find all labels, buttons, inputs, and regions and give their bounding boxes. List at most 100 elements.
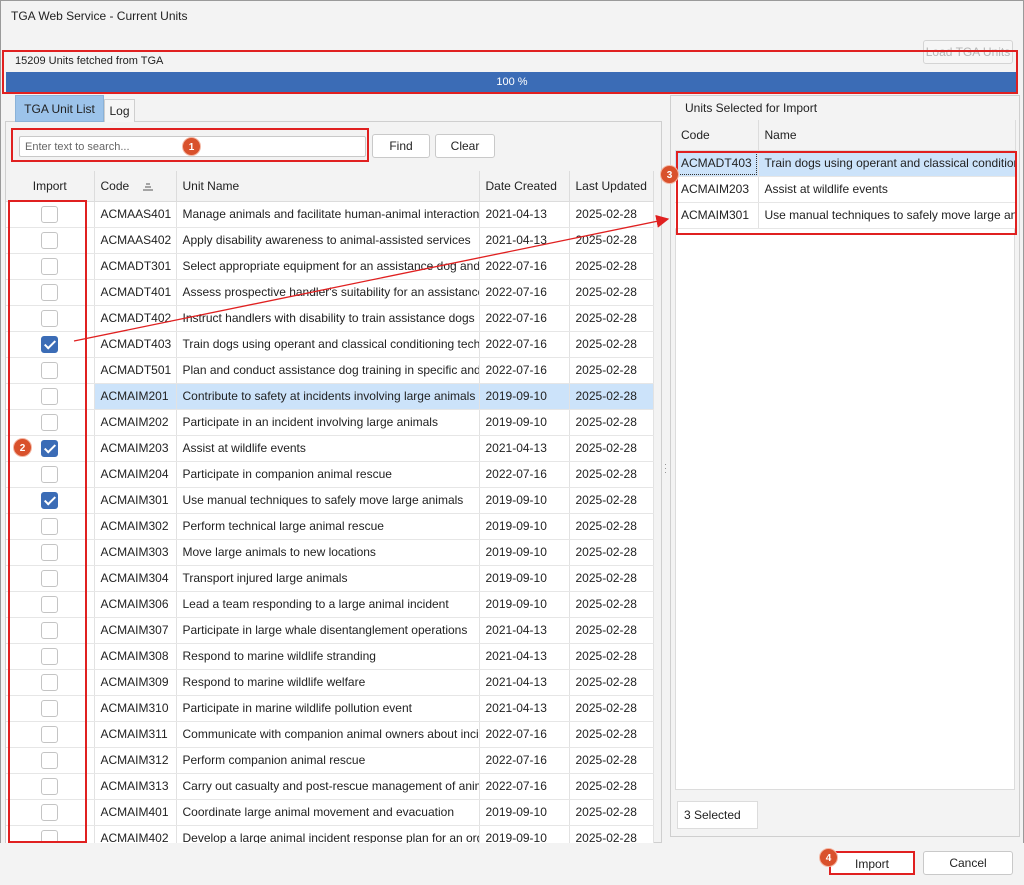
table-row[interactable]: ACMAIM204 Participate in companion animal…: [6, 461, 654, 488]
date-created-cell: 2022-07-16: [479, 357, 570, 384]
table-row[interactable]: ACMADT402 Instruct handlers with disabili…: [6, 305, 654, 332]
date-created-cell: 2022-07-16: [479, 461, 570, 488]
table-row[interactable]: ACMAIM304 Transport injured large animals…: [6, 565, 654, 592]
unit-code-cell: ACMAIM309: [94, 669, 177, 696]
annotation-badge-4: 4: [819, 848, 838, 867]
import-button[interactable]: Import: [829, 851, 915, 875]
date-created-cell: 2019-09-10: [479, 487, 570, 514]
clear-button[interactable]: Clear: [435, 134, 495, 158]
selected-count: 3 Selected: [677, 801, 758, 829]
date-created-cell: 2019-09-10: [479, 383, 570, 410]
last-updated-cell: 2025-02-28: [569, 461, 654, 488]
unit-name-cell: Participate in large whale disentangleme…: [176, 617, 480, 644]
last-updated-cell: 2025-02-28: [569, 201, 654, 228]
table-row[interactable]: ACMAIM401 Coordinate large animal movemen…: [6, 799, 654, 826]
last-updated-cell: 2025-02-28: [569, 253, 654, 280]
import-column-highlight-box: [8, 200, 87, 843]
table-row[interactable]: ACMAIM310 Participate in marine wildlife …: [6, 695, 654, 722]
cancel-button[interactable]: Cancel: [923, 851, 1013, 875]
unit-code-cell: ACMADT401: [94, 279, 177, 306]
date-created-cell: 2021-04-13: [479, 695, 570, 722]
tab-log[interactable]: Log: [104, 99, 135, 122]
unit-name-cell: Assist at wildlife events: [176, 435, 480, 462]
table-row[interactable]: ACMAAS401 Manage animals and facilitate h…: [6, 201, 654, 228]
date-created-cell: 2022-07-16: [479, 773, 570, 800]
table-row[interactable]: ACMAIM308 Respond to marine wildlife stra…: [6, 643, 654, 670]
tab-tga-unit-list[interactable]: TGA Unit List: [15, 95, 104, 122]
date-created-cell: 2019-09-10: [479, 799, 570, 826]
unit-code-cell: ACMAIM310: [94, 695, 177, 722]
unit-name-cell: Assess prospective handler's suitability…: [176, 279, 480, 306]
unit-name-cell: Apply disability awareness to animal-ass…: [176, 227, 480, 254]
column-header-last-updated[interactable]: Last Updated: [569, 171, 654, 202]
table-row[interactable]: ACMAIM302 Perform technical large animal …: [6, 513, 654, 540]
last-updated-cell: 2025-02-28: [569, 279, 654, 306]
table-row[interactable]: ACMAIM311 Communicate with companion anim…: [6, 721, 654, 748]
unit-code-cell: ACMAAS402: [94, 227, 177, 254]
unit-code-cell: ACMAIM401: [94, 799, 177, 826]
column-header-unit-name[interactable]: Unit Name: [176, 171, 480, 202]
unit-code-cell: ACMAIM301: [94, 487, 177, 514]
window-title: TGA Web Service - Current Units: [11, 9, 188, 23]
unit-grid: Import Code Unit Name Date Created Last …: [6, 171, 654, 852]
unit-code-cell: ACMAIM307: [94, 617, 177, 644]
column-header-import[interactable]: Import: [6, 171, 95, 202]
last-updated-cell: 2025-02-28: [569, 721, 654, 748]
table-row[interactable]: ACMAIM202 Participate in an incident invo…: [6, 409, 654, 436]
date-created-cell: 2022-07-16: [479, 279, 570, 306]
last-updated-cell: 2025-02-28: [569, 539, 654, 566]
date-created-cell: 2019-09-10: [479, 565, 570, 592]
unit-name-cell: Participate in marine wildlife pollution…: [176, 695, 480, 722]
unit-code-cell: ACMAIM203: [94, 435, 177, 462]
unit-code-cell: ACMAIM312: [94, 747, 177, 774]
last-updated-cell: 2025-02-28: [569, 305, 654, 332]
table-row[interactable]: ACMADT403 Train dogs using operant and cl…: [6, 331, 654, 358]
table-row[interactable]: ACMADT301 Select appropriate equipment fo…: [6, 253, 654, 280]
date-created-cell: 2021-04-13: [479, 669, 570, 696]
date-created-cell: 2019-09-10: [479, 409, 570, 436]
unit-name-cell: Perform technical large animal rescue: [176, 513, 480, 540]
last-updated-cell: 2025-02-28: [569, 383, 654, 410]
date-created-cell: 2019-09-10: [479, 539, 570, 566]
table-row[interactable]: ACMADT401 Assess prospective handler's su…: [6, 279, 654, 306]
last-updated-cell: 2025-02-28: [569, 747, 654, 774]
last-updated-cell: 2025-02-28: [569, 643, 654, 670]
table-row[interactable]: ACMAIM307 Participate in large whale dise…: [6, 617, 654, 644]
unit-name-cell: Transport injured large animals: [176, 565, 480, 592]
date-created-cell: 2022-07-16: [479, 331, 570, 358]
unit-code-cell: ACMAIM313: [94, 773, 177, 800]
table-row[interactable]: ACMAIM306 Lead a team responding to a lar…: [6, 591, 654, 618]
table-row[interactable]: ACMAIM309 Respond to marine wildlife welf…: [6, 669, 654, 696]
selected-column-header-name[interactable]: Name: [758, 120, 1016, 151]
last-updated-cell: 2025-02-28: [569, 799, 654, 826]
last-updated-cell: 2025-02-28: [569, 617, 654, 644]
table-row[interactable]: ACMADT501 Plan and conduct assistance dog…: [6, 357, 654, 384]
table-row[interactable]: ACMAIM201 Contribute to safety at inciden…: [6, 383, 654, 410]
unit-code-cell: ACMAIM304: [94, 565, 177, 592]
column-header-code[interactable]: Code: [94, 171, 177, 202]
unit-code-cell: ACMAIM201: [94, 383, 177, 410]
status-highlight-box: [2, 50, 1018, 94]
unit-name-cell: Respond to marine wildlife stranding: [176, 643, 480, 670]
table-row[interactable]: ACMAIM313 Carry out casualty and post-res…: [6, 773, 654, 800]
date-created-cell: 2021-04-13: [479, 227, 570, 254]
unit-name-cell: Respond to marine wildlife welfare: [176, 669, 480, 696]
table-row[interactable]: ACMAIM312 Perform companion animal rescue…: [6, 747, 654, 774]
last-updated-cell: 2025-02-28: [569, 773, 654, 800]
unit-name-cell: Perform companion animal rescue: [176, 747, 480, 774]
unit-name-cell: Train dogs using operant and classical c…: [176, 331, 480, 358]
column-header-date-created[interactable]: Date Created: [479, 171, 570, 202]
unit-name-cell: Manage animals and facilitate human-anim…: [176, 201, 480, 228]
table-row[interactable]: ACMAAS402 Apply disability awareness to a…: [6, 227, 654, 254]
splitter-grip[interactable]: · · ·: [664, 460, 667, 477]
table-row[interactable]: ACMAIM303 Move large animals to new locat…: [6, 539, 654, 566]
table-row[interactable]: ACMAIM301 Use manual techniques to safely…: [6, 487, 654, 514]
unit-code-cell: ACMADT301: [94, 253, 177, 280]
unit-code-cell: ACMAIM311: [94, 721, 177, 748]
date-created-cell: 2019-09-10: [479, 591, 570, 618]
unit-name-cell: Use manual techniques to safely move lar…: [176, 487, 480, 514]
table-row[interactable]: ACMAIM203 Assist at wildlife events 2021-0…: [6, 435, 654, 462]
find-button[interactable]: Find: [372, 134, 430, 158]
selected-panel-title: Units Selected for Import: [685, 101, 818, 115]
selected-column-header-code[interactable]: Code: [675, 120, 759, 151]
